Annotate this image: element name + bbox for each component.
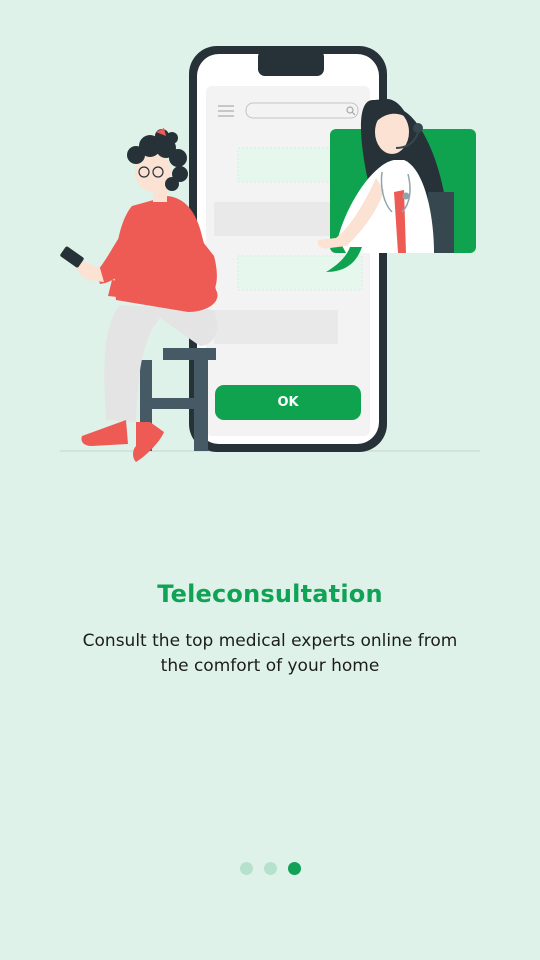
page-description: Consult the top medical experts online f… (82, 631, 458, 676)
pagination-dot-1[interactable] (239, 862, 253, 875)
page-title: Teleconsultation (157, 580, 383, 608)
pagination-dot-2[interactable] (263, 862, 277, 875)
phone-search-bar (245, 102, 359, 119)
headset-icon (413, 123, 423, 133)
ok-button-shape (215, 385, 361, 420)
teleconsultation-illustration (60, 46, 480, 462)
chat-bubble (214, 310, 338, 344)
chat-bubble (214, 202, 338, 236)
pagination-dots[interactable] (0, 862, 540, 875)
pagination-dot-3-active[interactable] (287, 862, 301, 875)
